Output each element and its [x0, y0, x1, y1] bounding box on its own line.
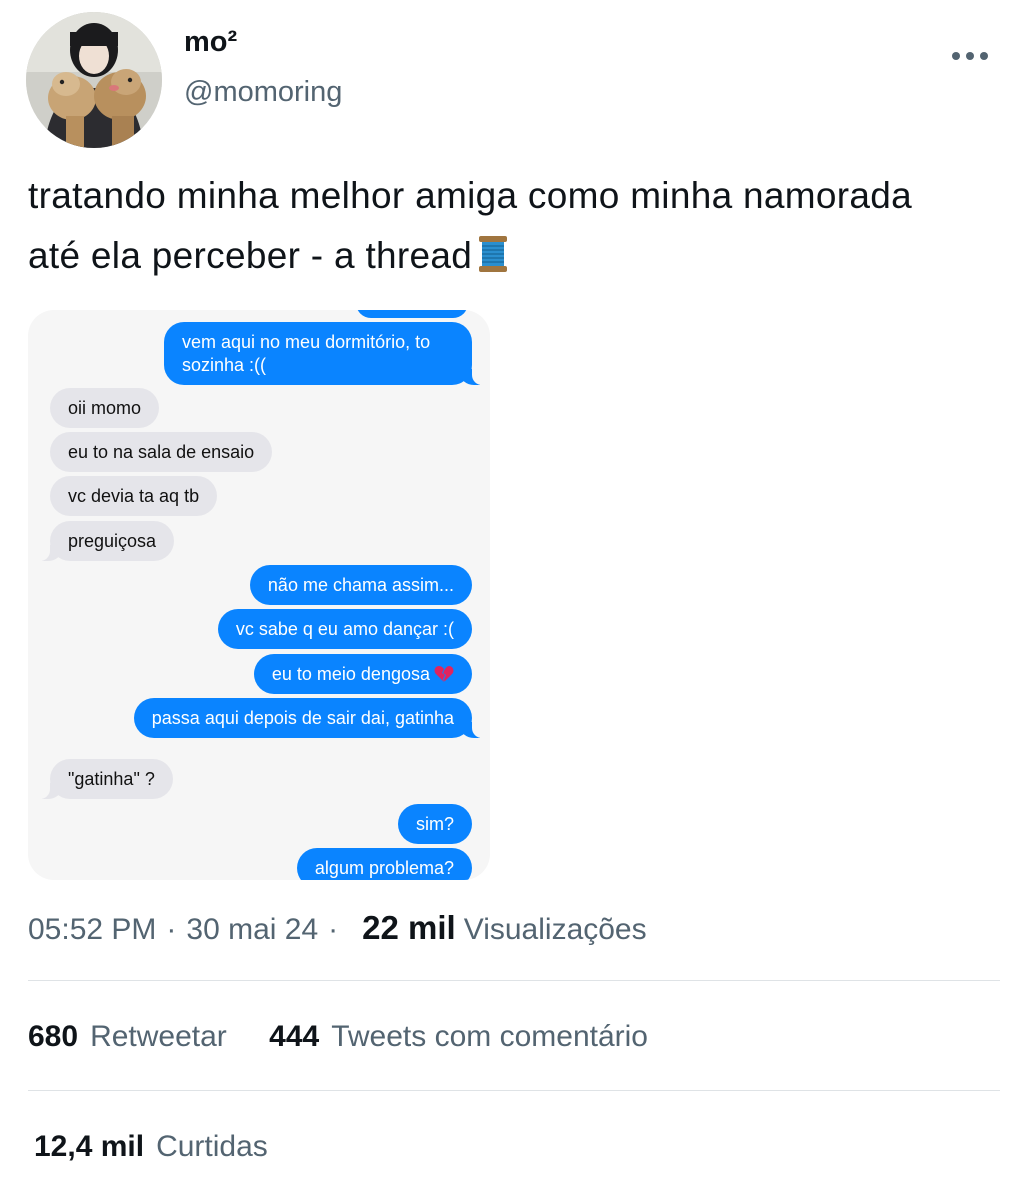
- chat-bubble-text: vc sabe q eu amo dançar :(: [235, 619, 454, 639]
- chat-bubble-incoming: oii momo: [50, 388, 160, 428]
- meta-separator: ·: [166, 913, 177, 946]
- chat-bubble-text: preguiçosa: [68, 531, 157, 551]
- chat-bubble-text: eu to meio dengosa: [271, 664, 430, 684]
- views-count: 22 mil: [362, 909, 456, 946]
- dot: [966, 52, 974, 60]
- engagement-stats: 680 Retweetar 444 Tweets com comentário: [28, 1017, 648, 1057]
- tweet-meta: 05:52 PM · 30 mai 24 · 22 mil Visualizações: [28, 906, 647, 952]
- quote-tweets-count: 444: [269, 1020, 320, 1053]
- chat-bubble-outgoing: passa aqui depois de sair dai, gatinha: [133, 698, 489, 738]
- tweet-date[interactable]: 30 mai 24: [186, 913, 318, 946]
- chat-bubble-incoming: eu to na sala de ensaio: [50, 432, 273, 472]
- chat-bubble-incoming: "gatinha" ?: [34, 759, 173, 799]
- retweets-count: 680: [28, 1020, 79, 1053]
- likes-stats: 12,4 mil Curtidas: [28, 1127, 268, 1167]
- chat-bubble-outgoing: não me chama assim...: [249, 565, 472, 605]
- chat-bubble-text: vc devia ta aq tb: [68, 486, 200, 506]
- broken-heart-icon: [434, 666, 454, 682]
- chat-bubble-text: sozinha :((: [182, 355, 267, 375]
- user-handle[interactable]: @momoring: [184, 74, 342, 110]
- chat-bubble-text: não me chama assim...: [267, 575, 454, 595]
- tweet-media-image[interactable]: vem aqui no meu dormitório, to sozinha :…: [28, 310, 490, 880]
- chat-bubble-text: vem aqui no meu dormitório, to: [182, 332, 431, 352]
- retweets-label: Retweetar: [90, 1020, 227, 1053]
- profile-photo: [26, 12, 162, 148]
- retweets-stat[interactable]: 680 Retweetar: [28, 1017, 227, 1057]
- dot: [980, 52, 988, 60]
- chat-bubble-outgoing: eu to meio dengosa: [253, 654, 472, 694]
- meta-separator: ·: [328, 913, 339, 946]
- tweet-text-line-2-text: até ela perceber - a thread: [28, 235, 473, 276]
- quote-tweets-label: Tweets com comentário: [331, 1020, 648, 1053]
- tweet-text: tratando minha melhor amiga como minha n…: [28, 166, 1008, 286]
- likes-label: Curtidas: [156, 1130, 268, 1163]
- likes-stat[interactable]: 12,4 mil Curtidas: [34, 1127, 268, 1167]
- spool-of-thread-icon: [479, 236, 508, 272]
- chat-bubble-text: eu to na sala de ensaio: [68, 442, 255, 462]
- chat-bubble-text: sim?: [415, 814, 454, 834]
- views-label: Visualizações: [463, 913, 647, 946]
- chat-bubble-outgoing: algum problema?: [296, 848, 472, 880]
- divider: [28, 1090, 1000, 1091]
- chat-bubble-incoming: vc devia ta aq tb: [50, 476, 218, 516]
- display-name[interactable]: mo²: [184, 24, 237, 60]
- chat-bubble-text: "gatinha" ?: [68, 769, 155, 789]
- more-options-icon[interactable]: [952, 42, 988, 70]
- chat-bubble-outgoing: sim?: [397, 804, 472, 844]
- chat-bubble-text: algum problema?: [314, 858, 454, 878]
- chat-bubble-outgoing: vc sabe q eu amo dançar :(: [217, 609, 472, 649]
- chat-bubble-outgoing: vem aqui no meu dormitório, to sozinha :…: [164, 322, 488, 385]
- likes-count: 12,4 mil: [34, 1130, 145, 1163]
- quote-tweets-stat[interactable]: 444 Tweets com comentário: [269, 1017, 648, 1057]
- chat-bubble-text: oii momo: [68, 398, 142, 418]
- chat-bubble-text: passa aqui depois de sair dai, gatinha: [151, 708, 454, 728]
- tweet-time[interactable]: 05:52 PM: [28, 913, 156, 946]
- avatar[interactable]: [26, 12, 162, 148]
- dot: [952, 52, 960, 60]
- chat-bubble-incoming: preguiçosa: [33, 521, 175, 561]
- tweet-text-line-2: até ela perceber - a thread: [28, 226, 1008, 286]
- divider: [28, 980, 1000, 981]
- chat-bubble-partial: [356, 310, 468, 318]
- tweet-text-line-1: tratando minha melhor amiga como minha n…: [28, 175, 913, 216]
